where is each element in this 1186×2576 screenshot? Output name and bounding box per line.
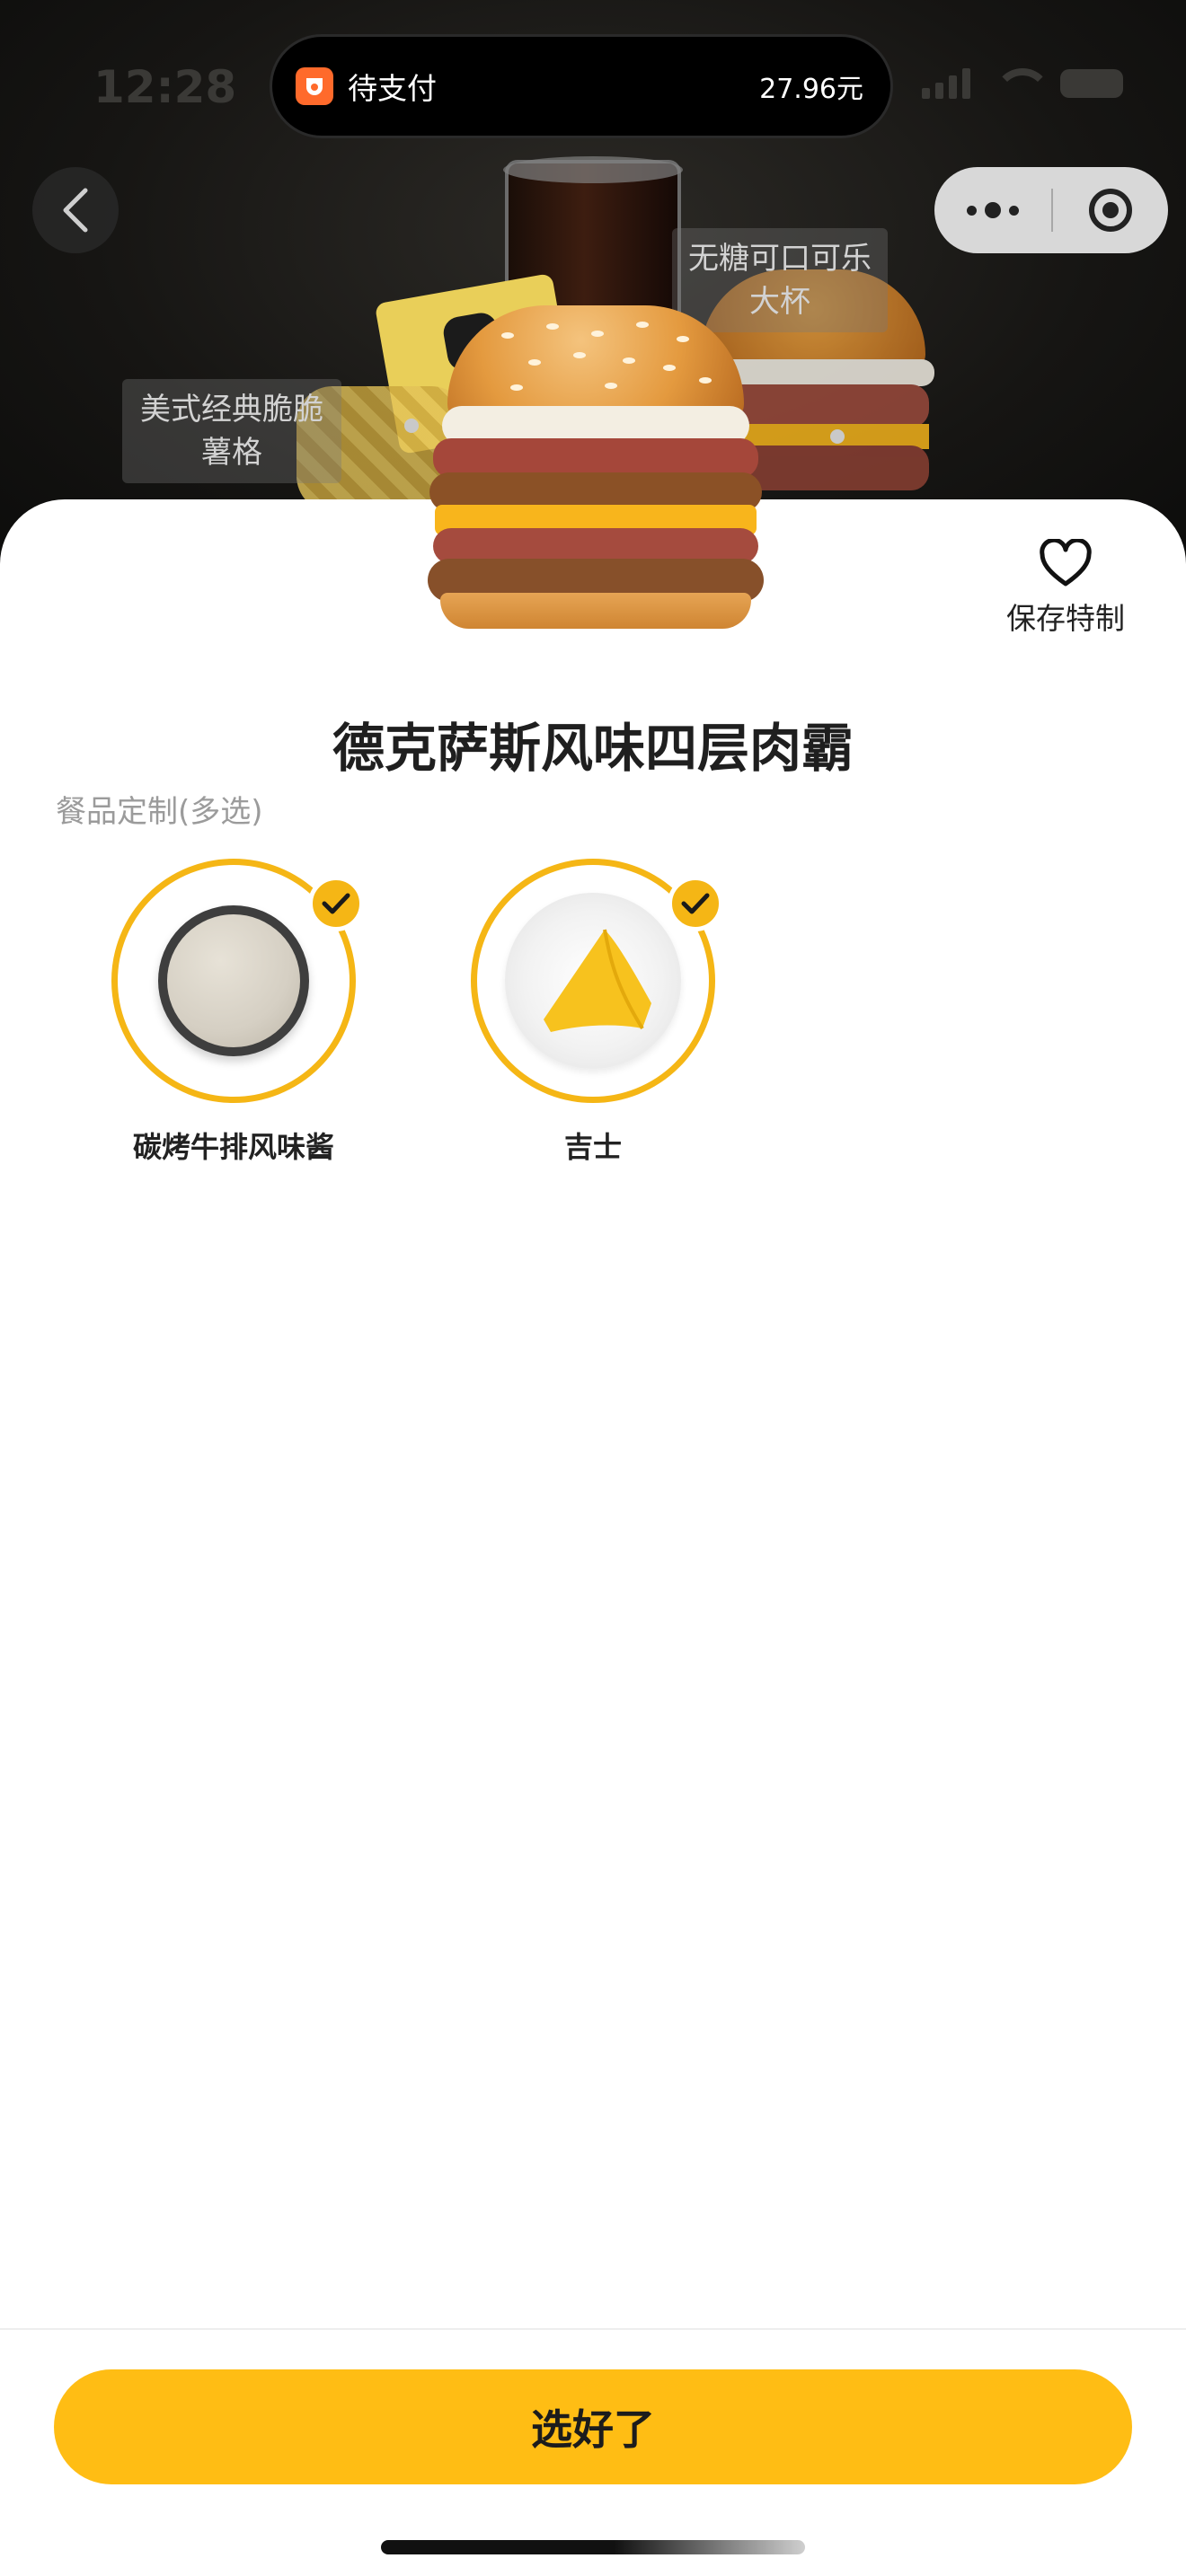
didi-logo-icon [296,67,333,105]
checkmark-icon [668,876,723,931]
battery-icon [1060,69,1123,98]
checkmark-icon [308,876,364,931]
pending-payment-label: 待支付 [348,71,437,106]
wifi-icon [994,68,1051,99]
option-label: 碳烤牛排风味酱 [132,1130,334,1164]
close-miniprogram-button[interactable] [1053,187,1168,234]
status-time: 12:28 [93,61,237,113]
target-icon [1089,189,1132,232]
customization-heading: 餐品定制(多选) [56,794,263,830]
home-indicator[interactable] [381,2540,805,2554]
confirm-button[interactable]: 选好了 [54,2369,1132,2484]
cellular-signal-icon [922,68,970,99]
steak-sauce-image [158,905,309,1056]
more-options-button[interactable] [934,202,1051,218]
food-tag-dot [830,429,845,444]
option-cheese[interactable]: 吉士 [471,859,723,1166]
footer-divider [0,2328,1186,2330]
option-label: 吉士 [563,1130,622,1164]
save-special-button[interactable]: 保存特制 [994,539,1137,638]
product-title: 德克萨斯风味四层肉霸 [332,718,854,779]
burger-image [420,305,771,629]
save-special-label: 保存特制 [1006,601,1125,636]
heart-icon [1040,539,1092,587]
option-steak-sauce[interactable]: 碳烤牛排风味酱 [111,859,364,1166]
pending-payment-amount: 27.96元 [759,74,863,105]
status-icons [922,68,1123,99]
pending-payment-banner[interactable]: 待支付 27.96元 [270,34,893,138]
option-ring [111,859,364,1103]
food-tag-fries[interactable]: 美式经典脆脆 薯格 [122,379,341,483]
chevron-left-icon [63,188,88,233]
back-button[interactable] [32,167,119,253]
food-tag-dot [404,419,419,433]
cheese-slice-image [505,893,681,1069]
miniprogram-capsule [934,167,1168,253]
option-ring [471,859,723,1103]
